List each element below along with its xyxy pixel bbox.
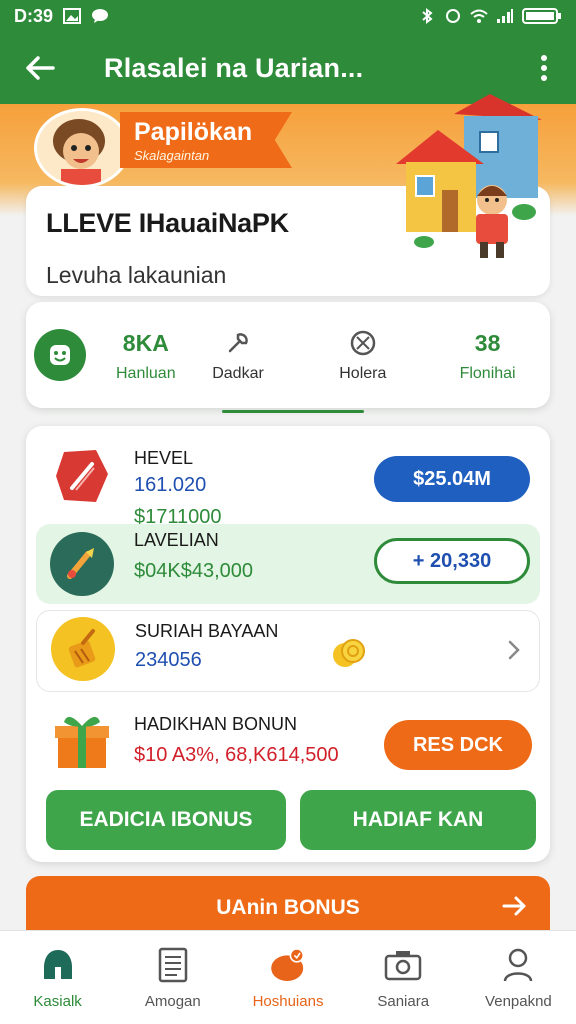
- stats-card: 8KA Hanluan Dadkar Holera 38 Flonihai: [26, 302, 550, 408]
- list-item-highlighted[interactable]: LAVELIAN $04K$43,000 + 20,330: [36, 524, 540, 604]
- claim-bonus-button[interactable]: EADICIA IBONUS: [46, 790, 286, 850]
- stat-value: 38: [474, 329, 501, 356]
- stat-item-3[interactable]: Holera: [300, 302, 425, 408]
- alarm-icon: [446, 9, 460, 23]
- ticket-icon: [50, 444, 114, 508]
- stat-value: 8KA: [122, 329, 169, 356]
- amount-button[interactable]: $25.04M: [374, 456, 530, 502]
- signal-icon: [497, 9, 513, 23]
- nav-item-list[interactable]: Amogan: [115, 931, 230, 1024]
- level-title: LLEVE IHauaiNaPK: [46, 208, 289, 238]
- amount-outline-button[interactable]: + 20,330: [374, 538, 530, 584]
- document-icon: [153, 945, 193, 985]
- stat-item-1[interactable]: 8KA Hanluan: [26, 302, 176, 408]
- row-title: HADIKHAN BONUN: [134, 714, 298, 734]
- mascot-icon: [37, 111, 127, 185]
- more-vertical-icon: [541, 55, 547, 81]
- row-value: 161.020: [134, 474, 207, 496]
- brush-icon: [50, 532, 114, 596]
- house-illustration: [396, 94, 542, 258]
- nav-label: Venpaknd: [485, 993, 552, 1010]
- bottom-navigation: Kasialk Amogan Hoshuians Saniara Venpakn…: [0, 930, 576, 1024]
- image-icon: [63, 8, 82, 24]
- stat-label: Hanluan: [116, 365, 176, 382]
- bonus-bar-label: UAnin BONUS: [216, 896, 360, 919]
- ribbon-subtitle: Skalagaintan: [134, 148, 210, 163]
- status-bar: D:39: [0, 0, 576, 32]
- camera-icon: [383, 945, 423, 985]
- back-button[interactable]: [10, 38, 70, 98]
- nav-label: Kasialk: [33, 993, 82, 1010]
- stat-label: Flonihai: [459, 365, 516, 382]
- stat-label: Holera: [339, 365, 387, 382]
- coin-icon: [333, 639, 365, 667]
- mascot-avatar: [34, 108, 130, 188]
- redeem-button[interactable]: RES DCK: [384, 720, 532, 770]
- row-title: HEVEL: [134, 448, 194, 468]
- battery-icon: [522, 8, 561, 24]
- page-title: Rlasalei na Uarian...: [104, 52, 364, 83]
- arrow-right-icon: [502, 896, 526, 916]
- nav-item-rewards[interactable]: Hoshuians: [230, 931, 345, 1024]
- row-value: 234056: [135, 649, 202, 671]
- more-options-button[interactable]: [526, 38, 562, 98]
- row-value: $10 A3%, 68,K614,500: [134, 744, 339, 766]
- target-icon: [349, 327, 377, 359]
- wifi-icon: [470, 9, 488, 23]
- nav-label: Amogan: [144, 993, 201, 1010]
- user-icon: [498, 945, 538, 985]
- row-title: LAVELIAN: [134, 530, 219, 550]
- stat-item-2[interactable]: Dadkar: [176, 302, 301, 408]
- rewards-button[interactable]: HADIAF KAN: [300, 790, 536, 850]
- stat-label: Dadkar: [212, 365, 264, 382]
- level-subtitle: Levuha lakaunian: [46, 262, 227, 288]
- rewards-card: HEVEL 161.020 $1711000 $25.04M LAVELIAN …: [26, 426, 550, 862]
- nav-label: Hoshuians: [252, 993, 324, 1010]
- status-time: D:39: [14, 5, 54, 26]
- nav-item-camera[interactable]: Saniara: [346, 931, 461, 1024]
- arrow-left-icon: [26, 56, 55, 80]
- ribbon-title: Papilökan: [134, 118, 253, 146]
- row-value: $04K$43,000: [134, 560, 254, 582]
- chevron-right-icon: [508, 640, 520, 660]
- gift-bag-icon: [268, 945, 308, 985]
- message-icon: [92, 9, 109, 23]
- bluetooth-icon: [422, 8, 433, 24]
- tab-indicator: [222, 410, 364, 413]
- nav-item-profile[interactable]: Venpaknd: [461, 931, 576, 1024]
- row-title: SURIAH BAYAAN: [135, 621, 279, 641]
- shovel-icon: [51, 617, 115, 681]
- smile-icon: [34, 329, 86, 381]
- nav-item-home[interactable]: Kasialk: [0, 931, 115, 1024]
- nav-label: Saniara: [377, 993, 430, 1010]
- list-item[interactable]: HEVEL 161.020 $1711000 $25.04M: [36, 434, 540, 530]
- home-icon: [38, 945, 78, 985]
- list-item[interactable]: HADIKHAN BONUN $10 A3%, 68,K614,500 RES …: [36, 702, 540, 782]
- gift-icon: [50, 708, 114, 772]
- stat-item-4[interactable]: 38 Flonihai: [425, 302, 550, 408]
- list-item[interactable]: SURIAH BAYAAN 234056: [36, 610, 540, 692]
- wrench-icon: [224, 327, 252, 359]
